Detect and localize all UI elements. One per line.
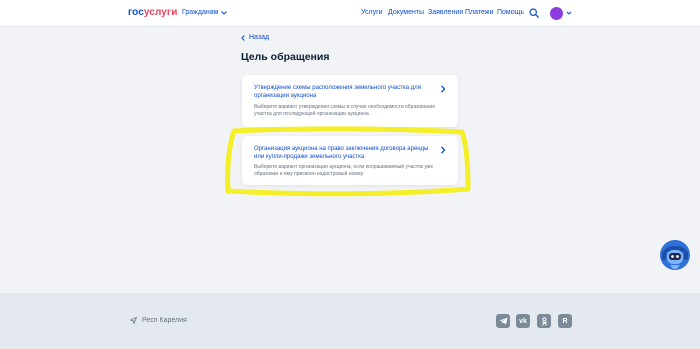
region-selector[interactable]: Респ Карелия <box>130 317 187 324</box>
audience-label: Гражданам <box>182 9 219 16</box>
chevron-left-icon <box>241 34 245 41</box>
logo-part-gos: гос <box>128 7 144 18</box>
chevron-right-icon <box>441 146 446 154</box>
gosuslugi-logo[interactable]: госуслуги <box>128 7 177 18</box>
page-title: Цель обращения <box>241 51 330 63</box>
option-card-auction-organization[interactable]: Организация аукциона на право заключения… <box>242 136 458 185</box>
nav-applications[interactable]: Заявления <box>428 9 463 16</box>
chevron-down-icon[interactable] <box>566 9 572 17</box>
location-arrow-icon <box>130 317 137 324</box>
nav-payments[interactable]: Платежи <box>465 9 493 16</box>
audience-selector[interactable]: Гражданам <box>182 9 228 16</box>
nav-documents[interactable]: Документы <box>388 9 424 16</box>
nav-services[interactable]: Услуги <box>361 9 383 16</box>
header: госуслуги Гражданам Услуги Документы Зая… <box>0 0 700 27</box>
back-link[interactable]: Назад <box>241 34 269 41</box>
region-label: Респ Карелия <box>142 317 187 324</box>
search-icon[interactable] <box>529 8 539 18</box>
odnoklassniki-icon[interactable] <box>537 314 551 328</box>
chevron-down-icon <box>221 10 228 15</box>
option-description: Выберите вариант организации аукциона, е… <box>254 164 434 177</box>
option-card-scheme-approval[interactable]: Утверждение схемы расположения земельног… <box>242 75 458 127</box>
back-label: Назад <box>249 34 270 41</box>
telegram-icon[interactable] <box>496 314 510 328</box>
option-title: Утверждение схемы расположения земельног… <box>254 85 421 99</box>
assistant-robot-icon[interactable] <box>658 238 692 272</box>
nav-help[interactable]: Помощь <box>497 9 524 16</box>
avatar[interactable] <box>550 7 563 20</box>
chevron-right-icon <box>441 85 446 93</box>
rutube-icon[interactable]: R <box>558 314 572 328</box>
option-title: Организация аукциона на право заключения… <box>254 146 429 160</box>
footer: Респ Карелия vk R <box>0 293 700 349</box>
option-description: Выберите вариант утверждения схемы в слу… <box>254 104 435 117</box>
logo-part-uslugi: услуги <box>143 7 178 18</box>
vk-icon[interactable]: vk <box>516 314 530 328</box>
